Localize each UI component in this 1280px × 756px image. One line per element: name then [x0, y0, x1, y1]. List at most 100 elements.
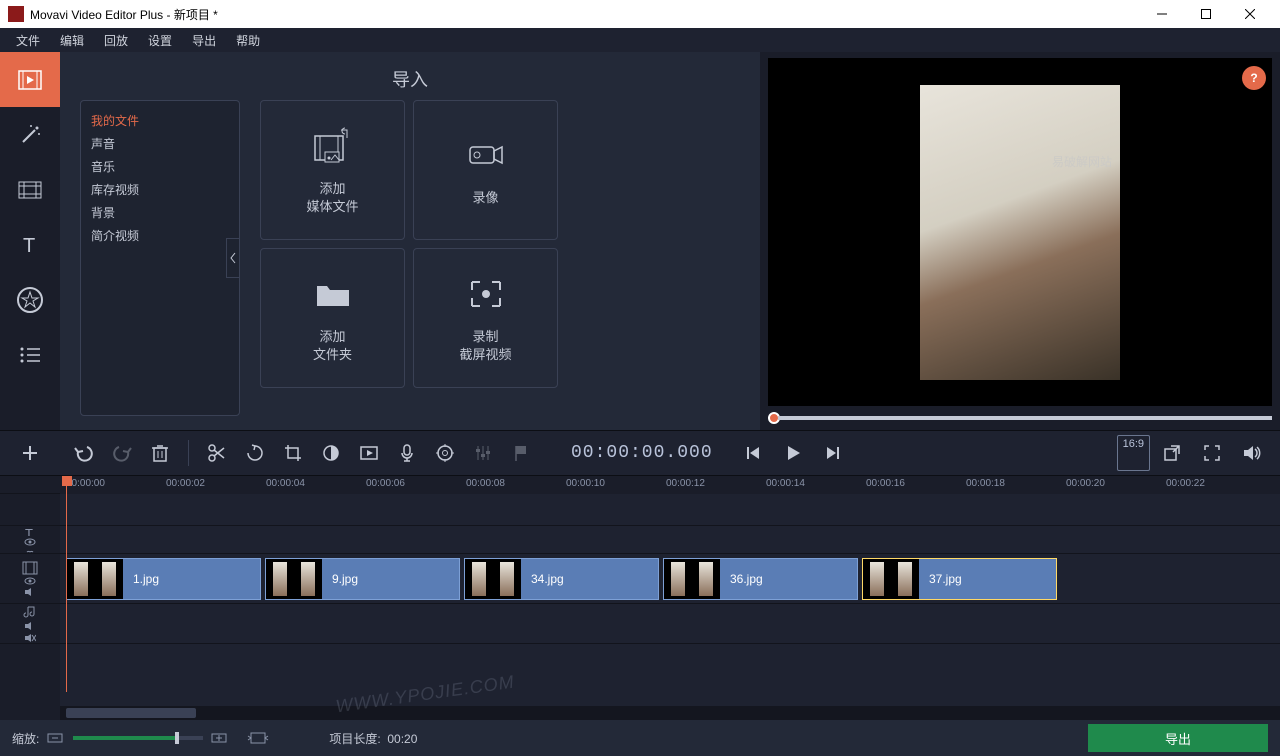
- help-button[interactable]: ?: [1242, 66, 1266, 90]
- menu-edit[interactable]: 编辑: [50, 30, 94, 51]
- timeline-clip[interactable]: 9.jpg: [265, 558, 460, 600]
- zoom-slider-handle[interactable]: [175, 732, 179, 744]
- scrubber-track[interactable]: [778, 416, 1272, 420]
- mute-icon[interactable]: [24, 633, 36, 643]
- clip-label: 36.jpg: [720, 572, 773, 586]
- camcorder-icon: [464, 133, 508, 177]
- eye-icon[interactable]: [24, 577, 36, 585]
- color-adjust-button[interactable]: [313, 435, 349, 471]
- clip-thumb: [294, 559, 322, 599]
- close-button[interactable]: [1228, 0, 1272, 28]
- sidebar-transitions[interactable]: [0, 162, 60, 217]
- scrollbar-thumb[interactable]: [66, 708, 196, 718]
- split-button[interactable]: [199, 435, 235, 471]
- track-head-titles[interactable]: T: [0, 526, 60, 554]
- sidebar-filters[interactable]: [0, 107, 60, 162]
- speaker-icon[interactable]: [24, 587, 36, 597]
- cat-background[interactable]: 背景: [91, 201, 229, 224]
- footer: 缩放: 项目长度: 00:20 导出: [0, 720, 1280, 756]
- zoom-out-icon[interactable]: [47, 731, 65, 745]
- timeline-ruler[interactable]: 00:00:0000:00:0200:00:0400:00:0600:00:08…: [60, 476, 1280, 494]
- zoom-in-icon[interactable]: [211, 731, 229, 745]
- delete-button[interactable]: [142, 435, 178, 471]
- film-transition-icon: [16, 176, 44, 204]
- timeline-clip[interactable]: 37.jpg: [862, 558, 1057, 600]
- clip-label: 1.jpg: [123, 572, 169, 586]
- audio-track[interactable]: [60, 604, 1280, 644]
- zoom-label: 缩放:: [12, 730, 39, 747]
- timeline-clip[interactable]: 1.jpg: [66, 558, 261, 600]
- preview-scrubber[interactable]: [768, 412, 1272, 424]
- sidebar-titles[interactable]: T: [0, 217, 60, 272]
- tile-add-folder[interactable]: 添加 文件夹: [260, 248, 405, 388]
- cat-sound[interactable]: 声音: [91, 132, 229, 155]
- volume-button[interactable]: [1234, 435, 1270, 471]
- redo-button[interactable]: [104, 435, 140, 471]
- tile-add-media[interactable]: 添加 媒体文件: [260, 100, 405, 240]
- clip-thumb: [664, 559, 692, 599]
- preview-panel: ? 易破解网站: [760, 52, 1280, 430]
- add-track-button[interactable]: [12, 435, 48, 471]
- undo-button[interactable]: [66, 435, 102, 471]
- import-panel: 导入 我的文件 声音 音乐 库存视频 背景 简介视频 添加 媒体文件 录像: [60, 52, 760, 430]
- play-button[interactable]: [775, 435, 811, 471]
- collapse-categories[interactable]: [226, 238, 240, 278]
- video-track[interactable]: 1.jpg9.jpg34.jpg36.jpg37.jpg WWW.YPOJIE.…: [60, 554, 1280, 604]
- timeline-body[interactable]: 00:00:0000:00:0200:00:0400:00:0600:00:08…: [60, 476, 1280, 720]
- zoom-fit-icon[interactable]: [247, 731, 269, 745]
- track-head-audio[interactable]: [0, 604, 60, 644]
- ruler-mark: 00:00:16: [866, 478, 905, 489]
- crop-button[interactable]: [275, 435, 311, 471]
- titles-track[interactable]: [60, 526, 1280, 554]
- svg-text:T: T: [25, 526, 33, 536]
- cat-intro-video[interactable]: 简介视频: [91, 224, 229, 247]
- menu-file[interactable]: 文件: [6, 30, 50, 51]
- sidebar-more[interactable]: [0, 327, 60, 382]
- menu-playback[interactable]: 回放: [94, 30, 138, 51]
- clip-thumb: [863, 559, 891, 599]
- sidebar-stickers[interactable]: [0, 272, 60, 327]
- rotate-button[interactable]: [237, 435, 273, 471]
- cat-my-files[interactable]: 我的文件: [91, 109, 229, 132]
- zoom-slider[interactable]: [73, 736, 203, 740]
- film-import-icon: [15, 65, 45, 95]
- next-frame-button[interactable]: [815, 435, 851, 471]
- record-audio-button[interactable]: [389, 435, 425, 471]
- minimize-button[interactable]: [1140, 0, 1184, 28]
- transition-wizard-button[interactable]: [351, 435, 387, 471]
- svg-text:T: T: [23, 235, 35, 257]
- link-icon[interactable]: [25, 548, 35, 553]
- timeline-clip[interactable]: 36.jpg: [663, 558, 858, 600]
- export-button[interactable]: 导出: [1088, 724, 1268, 752]
- detach-preview-button[interactable]: [1154, 435, 1190, 471]
- aspect-ratio-button[interactable]: 16:9: [1117, 435, 1150, 471]
- star-circle-icon: [15, 285, 45, 315]
- timeline-scrollbar[interactable]: [60, 706, 1280, 720]
- prev-frame-button[interactable]: [735, 435, 771, 471]
- cat-music[interactable]: 音乐: [91, 155, 229, 178]
- eye-icon[interactable]: [24, 538, 36, 546]
- tile-record-video[interactable]: 录像: [413, 100, 558, 240]
- tile-record-screen[interactable]: 录制 截屏视频: [413, 248, 558, 388]
- titlebar: Movavi Video Editor Plus - 新项目 *: [0, 0, 1280, 28]
- playhead-handle[interactable]: [62, 476, 72, 486]
- speaker-icon[interactable]: [24, 621, 36, 631]
- list-icon: [18, 343, 42, 367]
- cat-stock-video[interactable]: 库存视频: [91, 178, 229, 201]
- track-head-video[interactable]: [0, 554, 60, 604]
- text-icon: T: [17, 232, 43, 258]
- ruler-mark: 00:00:12: [666, 478, 705, 489]
- marker-button[interactable]: [503, 435, 539, 471]
- clip-properties-button[interactable]: [427, 435, 463, 471]
- ruler-mark: 00:00:22: [1166, 478, 1205, 489]
- equalizer-button[interactable]: [465, 435, 501, 471]
- fullscreen-button[interactable]: [1194, 435, 1230, 471]
- menu-help[interactable]: 帮助: [226, 30, 270, 51]
- add-media-icon: [311, 124, 355, 168]
- sidebar-import[interactable]: [0, 52, 60, 107]
- menu-settings[interactable]: 设置: [138, 30, 182, 51]
- maximize-button[interactable]: [1184, 0, 1228, 28]
- menu-export[interactable]: 导出: [182, 30, 226, 51]
- ruler-mark: 00:00:04: [266, 478, 305, 489]
- timeline-clip[interactable]: 34.jpg: [464, 558, 659, 600]
